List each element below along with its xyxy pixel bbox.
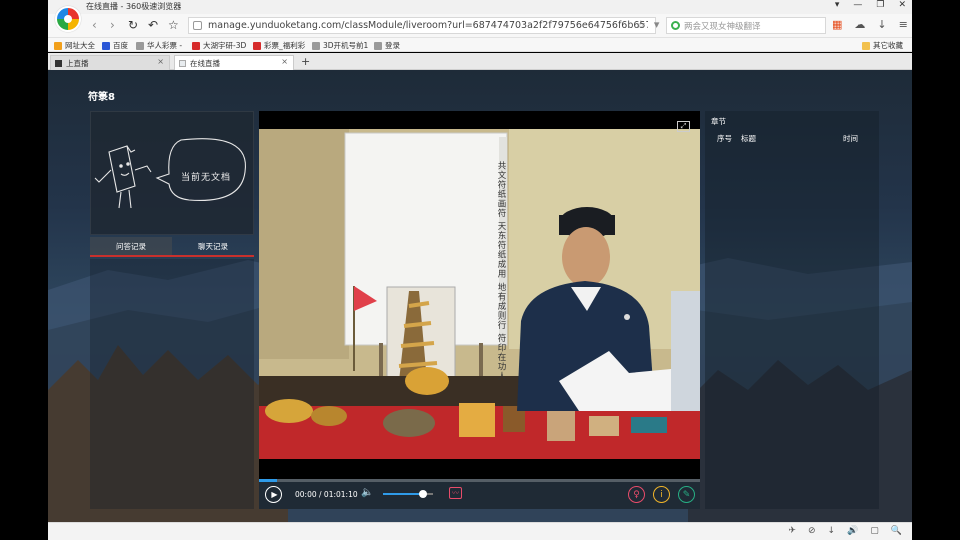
bookmark-icon bbox=[253, 41, 261, 50]
search-field[interactable]: 两会又现女神级翻译 bbox=[666, 17, 826, 34]
bookmark-icon bbox=[374, 41, 382, 50]
empty-doc-text: 当前无文档 bbox=[181, 173, 232, 183]
tab-close-icon[interactable]: × bbox=[281, 57, 288, 66]
minimize-icon[interactable]: — bbox=[853, 0, 862, 10]
back-icon[interactable]: ‹ bbox=[92, 18, 97, 32]
tab-chat-records[interactable]: 聊天记录 bbox=[172, 237, 254, 255]
title-bar: 在线直播 - 360极速浏览器 ▾ — ❐ ✕ bbox=[48, 0, 912, 14]
maximize-icon[interactable]: ❐ bbox=[876, 0, 884, 10]
progress-fill bbox=[259, 479, 277, 482]
column-index: 序号 bbox=[717, 134, 732, 143]
reload-icon[interactable]: ↻ bbox=[128, 18, 138, 32]
live-room: 符箓8 当前无文档 问答记录 聊天记录 ⤢ 共文符纸画符 天东符纸成用 地有成则… bbox=[48, 70, 912, 522]
bookmark-icon bbox=[54, 41, 62, 50]
bookmark-item[interactable]: 3D开机号前1 bbox=[312, 40, 368, 51]
course-title: 符箓8 bbox=[88, 92, 115, 103]
info-icon[interactable]: i bbox=[653, 486, 670, 503]
progress-bar[interactable] bbox=[259, 479, 700, 482]
folder-icon bbox=[862, 41, 870, 50]
search-engine-icon bbox=[671, 21, 680, 30]
favorite-icon[interactable]: ☆ bbox=[636, 18, 646, 31]
video-controls: ▶ 00:00 / 01:01:10 🔈 〰 ♀ i ✎ bbox=[259, 479, 700, 509]
zoom-icon[interactable]: 🔍 bbox=[891, 526, 902, 536]
play-button[interactable]: ▶ bbox=[265, 486, 282, 503]
current-time: 00:00 bbox=[295, 490, 317, 499]
tab-favicon-icon bbox=[55, 59, 62, 67]
url-field[interactable]: manage.yunduoketang.com/classModule/live… bbox=[188, 17, 656, 34]
status-icons: ✈ ⊘ ↓ 🔊 ▢ 🔍 bbox=[788, 526, 902, 536]
bookmark-item[interactable]: 彩票_福利彩 bbox=[253, 40, 305, 51]
tab-close-icon[interactable]: × bbox=[157, 57, 164, 66]
tab-bar: 上直播 × 在线直播 × + bbox=[48, 53, 912, 70]
tab-1[interactable]: 上直播 × bbox=[50, 55, 170, 70]
address-bar: ‹ › ↻ ↶ ☆ manage.yunduoketang.com/classM… bbox=[48, 6, 912, 38]
download-status-icon[interactable]: ↓ bbox=[828, 526, 836, 536]
bookmark-star-icon[interactable]: ☆ bbox=[168, 18, 179, 32]
forward-icon[interactable]: › bbox=[110, 18, 115, 32]
column-title: 标题 bbox=[741, 134, 756, 143]
bookmark-item[interactable]: 网址大全 bbox=[54, 40, 95, 51]
volume-icon[interactable]: 🔈 bbox=[361, 487, 373, 498]
url-text[interactable]: manage.yunduoketang.com/classModule/live… bbox=[208, 20, 648, 31]
status-bar: ✈ ⊘ ↓ 🔊 ▢ 🔍 bbox=[48, 522, 912, 540]
duration: 01:01:10 bbox=[323, 490, 358, 499]
bookmark-item[interactable]: 华人彩票 - bbox=[136, 40, 182, 51]
block-icon[interactable]: ⊘ bbox=[808, 526, 816, 536]
bookmark-icon bbox=[136, 41, 144, 50]
left-tabs: 问答记录 聊天记录 bbox=[90, 237, 254, 257]
window-icon[interactable]: ▢ bbox=[870, 526, 879, 536]
time-display: 00:00 / 01:01:10 bbox=[295, 490, 358, 499]
bookmarks-bar: 网址大全 百度 华人彩票 - 大湖宇研-3D 彩票_福利彩 3D开机号前1 登录… bbox=[48, 38, 912, 52]
qa-list bbox=[90, 259, 254, 509]
download-icon[interactable]: ↓ bbox=[877, 18, 886, 31]
tab-2-active[interactable]: 在线直播 × bbox=[174, 55, 294, 70]
column-time: 时间 bbox=[843, 134, 858, 143]
bookmark-item[interactable]: 百度 bbox=[102, 40, 128, 51]
shield-icon bbox=[193, 21, 202, 30]
other-bookmarks[interactable]: 其它收藏 bbox=[862, 40, 903, 51]
video-player[interactable]: ⤢ 共文符纸画符 天东符纸成用 地有成则行 符印在功人 bbox=[259, 111, 700, 479]
close-icon[interactable]: ✕ bbox=[898, 0, 906, 10]
chapter-panel: 章节 序号 标题 时间 bbox=[705, 111, 879, 509]
fullscreen-icon[interactable]: ⤢ bbox=[677, 121, 690, 132]
menu-arrow-icon[interactable]: ▾ bbox=[835, 0, 840, 10]
bookmark-icon bbox=[312, 41, 320, 50]
new-tab-button[interactable]: + bbox=[301, 55, 310, 68]
bookmark-icon bbox=[102, 41, 110, 50]
tab-favicon-icon bbox=[179, 59, 186, 67]
bookmark-item[interactable]: 登录 bbox=[374, 40, 400, 51]
window-controls: ▾ — ❐ ✕ bbox=[835, 0, 906, 10]
search-placeholder[interactable]: 两会又现女神级翻译 bbox=[684, 20, 804, 32]
undo-icon[interactable]: ↶ bbox=[148, 18, 158, 32]
person-icon[interactable]: ♀ bbox=[628, 486, 645, 503]
url-icons: ☆ ▾ bbox=[636, 18, 659, 31]
chapter-table-header: 序号 标题 时间 bbox=[705, 131, 879, 145]
statistics-icon[interactable]: 〰 bbox=[449, 487, 462, 499]
chapter-title: 章节 bbox=[711, 117, 726, 126]
whiteboard-text: 共文符纸画符 天东符纸成用 地有成则行 符印在功人 bbox=[496, 161, 506, 382]
document-panel: 当前无文档 bbox=[90, 111, 254, 235]
apps-icon[interactable]: ▦ bbox=[832, 18, 842, 31]
browser-logo-icon[interactable] bbox=[55, 6, 81, 32]
dropdown-icon[interactable]: ▾ bbox=[654, 18, 660, 31]
window-title: 在线直播 - 360极速浏览器 bbox=[86, 2, 182, 11]
bookmark-item[interactable]: 大湖宇研-3D bbox=[192, 40, 246, 51]
airplane-icon[interactable]: ✈ bbox=[788, 526, 796, 536]
tab-qa-records[interactable]: 问答记录 bbox=[90, 237, 172, 255]
volume-fill bbox=[383, 493, 423, 495]
cloud-icon[interactable]: ☁ bbox=[854, 18, 865, 31]
pen-icon[interactable]: ✎ bbox=[678, 486, 695, 503]
volume-knob[interactable] bbox=[419, 490, 427, 498]
sound-icon[interactable]: 🔊 bbox=[847, 526, 858, 536]
toolbar-right-icons: ▦ ☁ ↓ ≡ bbox=[832, 18, 908, 31]
menu-icon[interactable]: ≡ bbox=[899, 18, 908, 31]
bookmark-icon bbox=[192, 41, 200, 50]
browser-window: 在线直播 - 360极速浏览器 ▾ — ❐ ✕ ‹ › ↻ ↶ ☆ manage… bbox=[0, 0, 960, 540]
